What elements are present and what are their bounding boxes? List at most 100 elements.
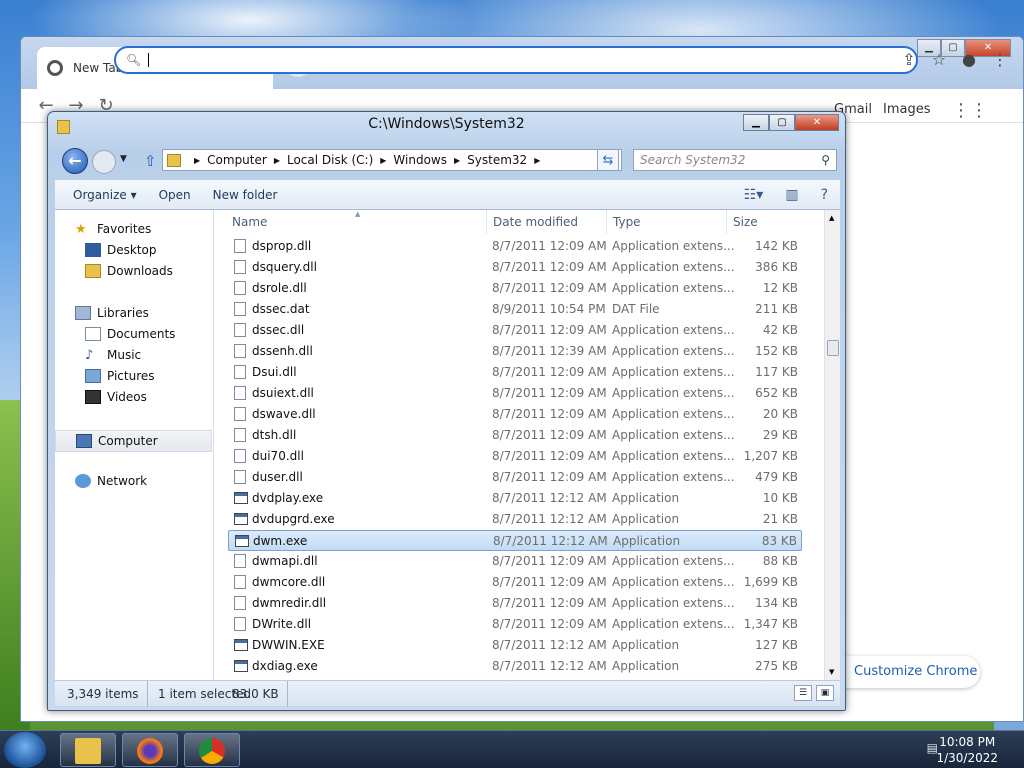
column-type[interactable]: Type bbox=[613, 210, 641, 234]
table-row[interactable]: dssec.dll 8/7/2011 12:09 AM Application ex… bbox=[228, 320, 802, 341]
chrome-icon bbox=[199, 738, 225, 764]
table-row[interactable]: Dsui.dll 8/7/2011 12:09 AM Application ext… bbox=[228, 362, 802, 383]
address-bar[interactable]: 🔍︎ bbox=[114, 46, 918, 74]
forward-button[interactable] bbox=[92, 150, 116, 174]
table-row[interactable]: dsuiext.dll 8/7/2011 12:09 AM Application … bbox=[228, 383, 802, 404]
table-row[interactable]: dwmredir.dll 8/7/2011 12:09 AM Application… bbox=[228, 593, 802, 614]
dll-file-icon bbox=[234, 575, 246, 589]
nav-libraries[interactable]: Libraries bbox=[75, 306, 149, 320]
file-name: DWWIN.EXE bbox=[252, 638, 325, 652]
file-name: dwmapi.dll bbox=[252, 554, 318, 568]
scroll-down-icon[interactable]: ▼ bbox=[829, 668, 834, 676]
customize-chrome-button[interactable]: ✎ Customize Chrome bbox=[826, 656, 980, 688]
start-button[interactable] bbox=[4, 732, 46, 768]
file-name: dssec.dat bbox=[252, 302, 310, 316]
search-icon: 🔍︎ bbox=[126, 53, 142, 67]
table-row[interactable]: dswave.dll 8/7/2011 12:09 AM Application e… bbox=[228, 404, 802, 425]
profile-icon[interactable]: ● bbox=[962, 50, 976, 69]
table-row[interactable]: dsrole.dll 8/7/2011 12:09 AM Application e… bbox=[228, 278, 802, 299]
file-size: 1,207 KB bbox=[743, 449, 798, 463]
table-row[interactable]: dwm.exe 8/7/2011 12:12 AM Application 83 KB bbox=[228, 530, 802, 551]
file-size: 652 KB bbox=[755, 386, 798, 400]
dll-file-icon bbox=[234, 470, 246, 484]
new-folder-button[interactable]: New folder bbox=[213, 188, 278, 202]
file-icon bbox=[234, 302, 246, 316]
nav-pictures[interactable]: Pictures bbox=[85, 369, 155, 383]
dll-file-icon bbox=[234, 449, 246, 463]
file-type: Application extens... bbox=[612, 323, 735, 337]
table-row[interactable]: dvdplay.exe 8/7/2011 12:12 AM Application 1… bbox=[228, 488, 802, 509]
table-row[interactable]: DWWIN.EXE 8/7/2011 12:12 AM Application 127… bbox=[228, 635, 802, 656]
nav-music[interactable]: ♪ Music bbox=[85, 348, 141, 363]
nav-computer[interactable]: Computer bbox=[55, 430, 212, 452]
table-row[interactable]: dvdupgrd.exe 8/7/2011 12:12 AM Application… bbox=[228, 509, 802, 530]
organize-button[interactable]: Organize ▾ bbox=[73, 188, 137, 202]
window-title: C:\Windows\System32 bbox=[368, 116, 525, 132]
help-icon[interactable]: ? bbox=[821, 187, 828, 203]
file-date: 8/7/2011 12:09 AM bbox=[492, 554, 607, 568]
chrome-favicon-icon bbox=[47, 60, 63, 76]
table-row[interactable]: dssenh.dll 8/7/2011 12:39 AM Application e… bbox=[228, 341, 802, 362]
nav-documents[interactable]: Documents bbox=[85, 327, 175, 341]
column-size[interactable]: Size bbox=[733, 210, 758, 234]
breadcrumb-system32[interactable]: System32 bbox=[467, 153, 527, 167]
clock-date: 1/30/2022 bbox=[936, 751, 998, 765]
file-date: 8/7/2011 12:09 AM bbox=[492, 617, 607, 631]
back-button[interactable]: ← bbox=[62, 148, 88, 174]
table-row[interactable]: DWrite.dll 8/7/2011 12:09 AM Application e… bbox=[228, 614, 802, 635]
table-row[interactable]: dui70.dll 8/7/2011 12:09 AM Application ex… bbox=[228, 446, 802, 467]
search-placeholder: Search System32 bbox=[640, 153, 746, 167]
large-icons-view-icon[interactable]: ▣ bbox=[816, 685, 834, 701]
file-date: 8/7/2011 12:09 AM bbox=[492, 323, 607, 337]
images-link[interactable]: Images bbox=[883, 102, 931, 117]
file-list: ▲ Name Date modified Type Size dsprop.dl… bbox=[214, 210, 840, 680]
table-row[interactable]: dssec.dat 8/9/2011 10:54 PM DAT File 211 KB bbox=[228, 299, 802, 320]
file-size: 21 KB bbox=[762, 512, 798, 526]
file-type: Application extens... bbox=[612, 470, 735, 484]
nav-network[interactable]: Network bbox=[75, 474, 147, 488]
apps-grid-icon[interactable]: ⋮⋮ bbox=[952, 100, 988, 121]
open-button[interactable]: Open bbox=[159, 188, 191, 202]
scroll-up-icon[interactable]: ▲ bbox=[829, 214, 834, 222]
nav-desktop[interactable]: Desktop bbox=[85, 243, 157, 257]
breadcrumb-computer[interactable]: Computer bbox=[207, 153, 267, 167]
scroll-thumb[interactable] bbox=[827, 340, 839, 356]
dll-file-icon bbox=[234, 365, 246, 379]
file-name: dsprop.dll bbox=[252, 239, 312, 253]
menu-dots-icon[interactable]: ⋮ bbox=[992, 50, 1008, 69]
up-arrow-icon[interactable]: ⇧ bbox=[144, 152, 157, 170]
table-row[interactable]: dtsh.dll 8/7/2011 12:09 AM Application ext… bbox=[228, 425, 802, 446]
table-row[interactable]: duser.dll 8/7/2011 12:09 AM Application ex… bbox=[228, 467, 802, 488]
table-row[interactable]: dwmapi.dll 8/7/2011 12:09 AM Application e… bbox=[228, 551, 802, 572]
recent-pages-chevron-icon[interactable]: ▼ bbox=[120, 154, 127, 164]
table-row[interactable]: dsprop.dll 8/7/2011 12:09 AM Application e… bbox=[228, 236, 802, 257]
details-view-icon[interactable]: ☰ bbox=[794, 685, 812, 701]
maximize-button[interactable]: ▢ bbox=[769, 114, 795, 131]
nav-favorites[interactable]: ★ Favorites bbox=[75, 222, 151, 237]
nav-downloads[interactable]: Downloads bbox=[85, 264, 173, 278]
taskbar-chrome[interactable] bbox=[184, 733, 240, 767]
file-name: DWrite.dll bbox=[252, 617, 312, 631]
change-view-icon[interactable]: ☷▾ bbox=[744, 187, 764, 203]
close-button[interactable]: ✕ bbox=[795, 114, 839, 131]
taskbar-firefox[interactable] bbox=[122, 733, 178, 767]
search-input[interactable]: Search System32 ⚲ bbox=[633, 149, 837, 171]
refresh-button[interactable]: ⇆ bbox=[597, 149, 619, 171]
breadcrumb[interactable]: ▶ Computer ▶ Local Disk (C:) ▶ Windows ▶… bbox=[162, 149, 622, 171]
table-row[interactable]: dwmcore.dll 8/7/2011 12:09 AM Application … bbox=[228, 572, 802, 593]
file-name: dvdplay.exe bbox=[252, 491, 324, 505]
column-name[interactable]: Name bbox=[232, 210, 267, 234]
vertical-scrollbar[interactable]: ▲ ▼ bbox=[824, 210, 840, 680]
bookmark-star-icon[interactable]: ☆ bbox=[932, 50, 946, 69]
clock[interactable]: 10:08 PM 1/30/2022 bbox=[936, 734, 998, 766]
minimize-button[interactable]: ▁ bbox=[743, 114, 769, 131]
breadcrumb-windows[interactable]: Windows bbox=[393, 153, 447, 167]
breadcrumb-local-disk[interactable]: Local Disk (C:) bbox=[287, 153, 373, 167]
taskbar-explorer[interactable] bbox=[60, 733, 116, 767]
table-row[interactable]: dsquery.dll 8/7/2011 12:09 AM Application … bbox=[228, 257, 802, 278]
column-date-modified[interactable]: Date modified bbox=[493, 210, 578, 234]
nav-videos[interactable]: Videos bbox=[85, 390, 147, 404]
preview-pane-icon[interactable]: ▥ bbox=[785, 187, 798, 203]
share-icon[interactable]: ⇪ bbox=[902, 50, 915, 69]
table-row[interactable]: dxdiag.exe 8/7/2011 12:12 AM Application 27… bbox=[228, 656, 802, 677]
